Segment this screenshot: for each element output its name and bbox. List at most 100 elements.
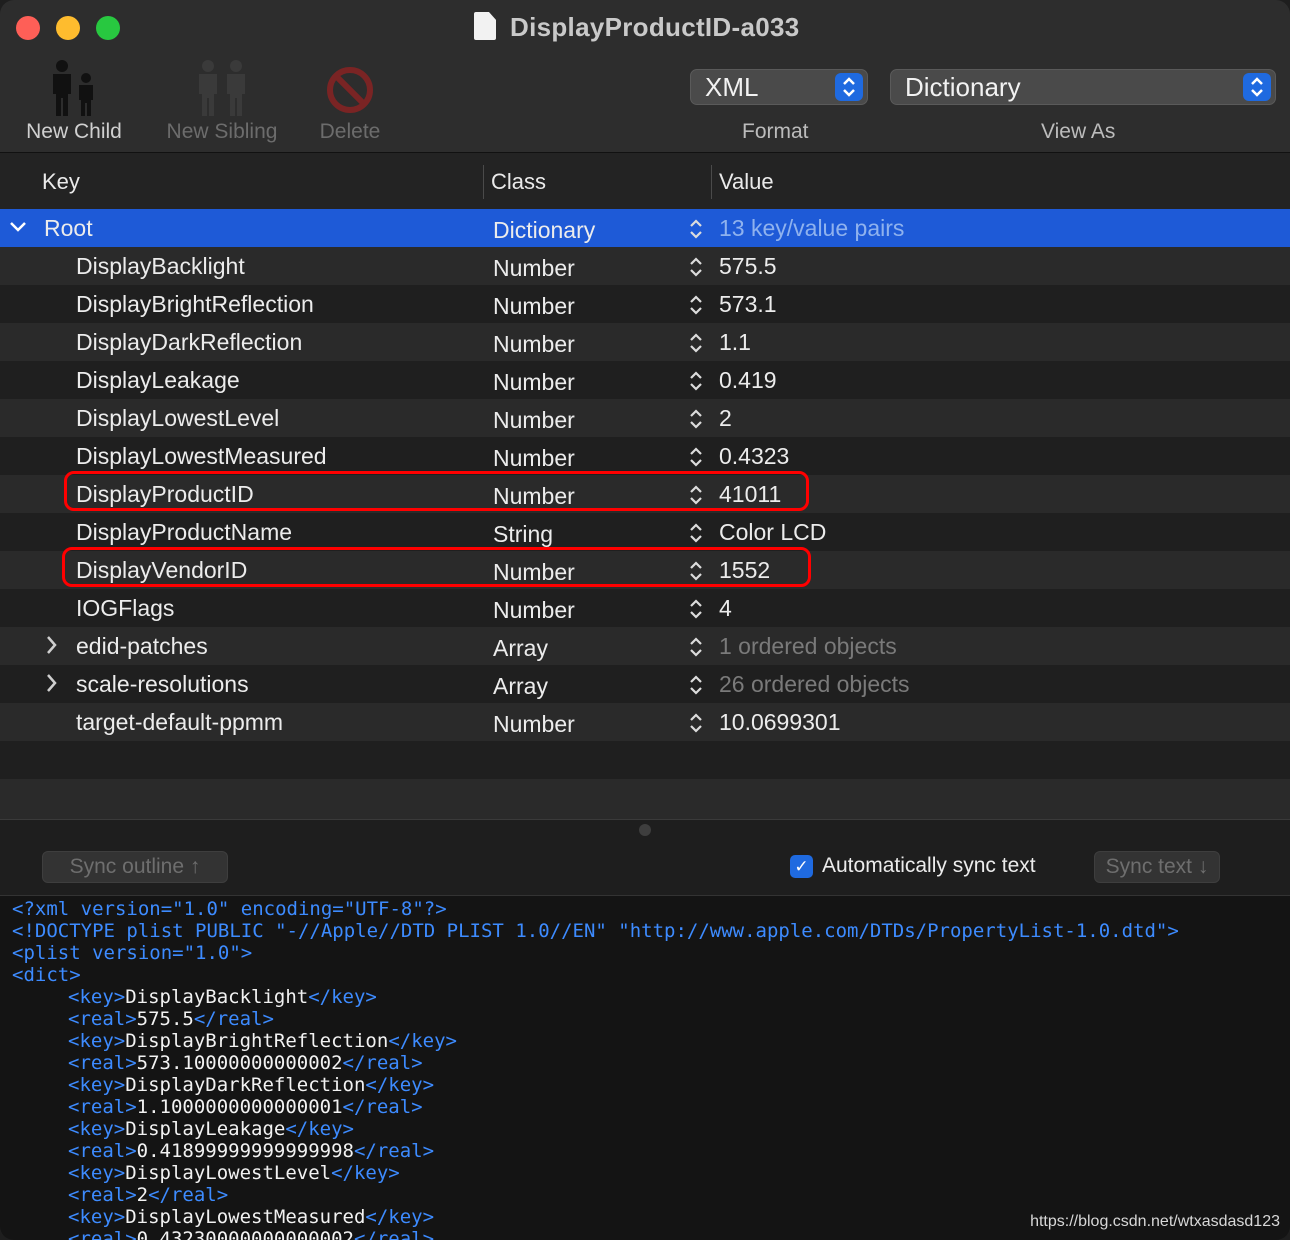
row-class[interactable]: Number <box>493 597 575 624</box>
xml-line[interactable]: <plist version="1.0"> <box>12 942 252 964</box>
sync-text-button[interactable]: Sync text ↓ <box>1094 851 1220 883</box>
outline-row-root[interactable]: Root Dictionary 13 key/value pairs <box>0 209 1290 247</box>
view-as-popup[interactable]: Dictionary <box>890 69 1276 105</box>
xml-line[interactable]: <?xml version="1.0" encoding="UTF-8"?> <box>12 898 447 920</box>
class-stepper-icon[interactable] <box>686 407 706 436</box>
row-class[interactable]: Number <box>493 369 575 396</box>
class-stepper-icon[interactable] <box>686 711 706 740</box>
row-key[interactable]: DisplayBrightReflection <box>76 291 314 318</box>
xml-line[interactable]: <!DOCTYPE plist PUBLIC "-//Apple//DTD PL… <box>12 920 1179 942</box>
xml-line[interactable]: <real>575.5</real> <box>68 1008 274 1030</box>
xml-line[interactable]: <key>DisplayBrightReflection</key> <box>68 1030 457 1052</box>
xml-line[interactable]: <real>573.10000000000002</real> <box>68 1052 423 1074</box>
new-child-button[interactable]: New Child <box>18 58 130 144</box>
class-stepper-icon[interactable] <box>686 331 706 360</box>
format-popup[interactable]: XML <box>690 69 868 105</box>
outline-row[interactable]: DisplayVendorID Number 1552 <box>0 547 1290 589</box>
delete-button[interactable]: Delete <box>312 58 388 144</box>
outline-row[interactable]: scale-resolutions Array 26 ordered objects <box>0 665 1290 703</box>
class-stepper-icon[interactable] <box>686 635 706 664</box>
row-key[interactable]: DisplayBacklight <box>76 253 245 280</box>
row-class[interactable]: Number <box>493 331 575 358</box>
row-key[interactable]: DisplayLeakage <box>76 367 240 394</box>
row-class[interactable]: Dictionary <box>493 217 595 244</box>
row-class[interactable]: Array <box>493 673 548 700</box>
zoom-window-button[interactable] <box>96 16 120 40</box>
disclosure-open-icon[interactable] <box>8 215 28 245</box>
outline-row[interactable]: DisplayDarkReflection Number 1.1 <box>0 323 1290 361</box>
xml-line[interactable]: <key>DisplayDarkReflection</key> <box>68 1074 434 1096</box>
xml-line[interactable]: <dict> <box>12 964 81 986</box>
xml-line[interactable]: <real>0.41899999999999998</real> <box>68 1140 434 1162</box>
format-popup-value: XML <box>705 72 759 102</box>
row-class[interactable]: String <box>493 521 553 548</box>
row-value[interactable]: 573.1 <box>719 291 777 318</box>
row-value[interactable]: 4 <box>719 595 732 622</box>
new-sibling-button[interactable]: New Sibling <box>158 58 286 144</box>
row-class[interactable]: Number <box>493 711 575 738</box>
row-value[interactable]: 2 <box>719 405 732 432</box>
xml-line[interactable]: <real>2</real> <box>68 1184 228 1206</box>
row-key[interactable]: target-default-ppmm <box>76 709 283 736</box>
row-value[interactable]: 0.4323 <box>719 443 789 470</box>
outline-row[interactable]: DisplayProductID Number 41011 <box>0 471 1290 513</box>
class-stepper-icon[interactable] <box>686 369 706 398</box>
outline-row[interactable]: DisplayLowestLevel Number 2 <box>0 399 1290 437</box>
outline-row[interactable]: IOGFlags Number 4 <box>0 589 1290 627</box>
xml-line[interactable]: <key>DisplayLowestLevel</key> <box>68 1162 400 1184</box>
column-header-key[interactable]: Key <box>42 169 80 195</box>
class-stepper-icon[interactable] <box>686 673 706 702</box>
outline-row[interactable]: DisplayProductName String Color LCD <box>0 513 1290 551</box>
row-key[interactable]: DisplayDarkReflection <box>76 329 302 356</box>
row-value[interactable]: 0.419 <box>719 367 777 394</box>
row-class[interactable]: Array <box>493 635 548 662</box>
disclosure-closed-icon[interactable] <box>42 671 62 701</box>
xml-line[interactable]: <real>0.43230000000000002</real> <box>68 1228 434 1240</box>
row-value[interactable]: Color LCD <box>719 519 826 546</box>
split-view-handle[interactable] <box>639 824 651 836</box>
row-value[interactable]: 26 ordered objects <box>719 671 910 698</box>
auto-sync-checkbox[interactable]: ✓ <box>790 855 813 878</box>
disclosure-closed-icon[interactable] <box>42 633 62 663</box>
column-divider[interactable] <box>711 165 712 199</box>
row-key[interactable]: Root <box>44 215 93 242</box>
row-value[interactable]: 1.1 <box>719 329 751 356</box>
row-key[interactable]: edid-patches <box>76 633 208 660</box>
row-class[interactable]: Number <box>493 445 575 472</box>
outline-row[interactable]: DisplayLowestMeasured Number 0.4323 <box>0 437 1290 475</box>
xml-line[interactable]: <key>DisplayBacklight</key> <box>68 986 377 1008</box>
row-key[interactable]: DisplayProductName <box>76 519 292 546</box>
row-value[interactable]: 13 key/value pairs <box>719 215 904 242</box>
row-value[interactable]: 1 ordered objects <box>719 633 897 660</box>
class-stepper-icon[interactable] <box>686 255 706 284</box>
outline-row[interactable]: edid-patches Array 1 ordered objects <box>0 627 1290 665</box>
row-value[interactable]: 10.0699301 <box>719 709 841 736</box>
xml-line[interactable]: <key>DisplayLeakage</key> <box>68 1118 354 1140</box>
xml-line[interactable]: <real>1.1000000000000001</real> <box>68 1096 423 1118</box>
outline-row[interactable]: DisplayBrightReflection Number 573.1 <box>0 285 1290 323</box>
column-header-value[interactable]: Value <box>719 169 774 195</box>
row-key[interactable]: DisplayLowestMeasured <box>76 443 327 470</box>
class-stepper-icon[interactable] <box>686 597 706 626</box>
row-class[interactable]: Number <box>493 293 575 320</box>
column-divider[interactable] <box>483 165 484 199</box>
class-stepper-icon[interactable] <box>686 521 706 550</box>
row-key[interactable]: DisplayLowestLevel <box>76 405 279 432</box>
outline-row[interactable]: target-default-ppmm Number 10.0699301 <box>0 703 1290 741</box>
class-stepper-icon[interactable] <box>686 445 706 474</box>
row-class[interactable]: Number <box>493 407 575 434</box>
class-stepper-icon[interactable] <box>686 293 706 322</box>
row-value[interactable]: 575.5 <box>719 253 777 280</box>
column-header-class[interactable]: Class <box>491 169 546 195</box>
row-key[interactable]: scale-resolutions <box>76 671 249 698</box>
xml-line[interactable]: <key>DisplayLowestMeasured</key> <box>68 1206 434 1228</box>
row-class[interactable]: Number <box>493 255 575 282</box>
close-window-button[interactable] <box>16 16 40 40</box>
row-key[interactable]: IOGFlags <box>76 595 174 622</box>
class-stepper-icon[interactable] <box>686 217 706 246</box>
outline-row[interactable]: DisplayLeakage Number 0.419 <box>0 361 1290 399</box>
minimize-window-button[interactable] <box>56 16 80 40</box>
sync-outline-button[interactable]: Sync outline ↑ <box>42 851 228 883</box>
outline-row[interactable]: DisplayBacklight Number 575.5 <box>0 247 1290 285</box>
xml-text-editor[interactable]: <real>0.43230000000000002</real> <key>Dis… <box>0 895 1290 1240</box>
